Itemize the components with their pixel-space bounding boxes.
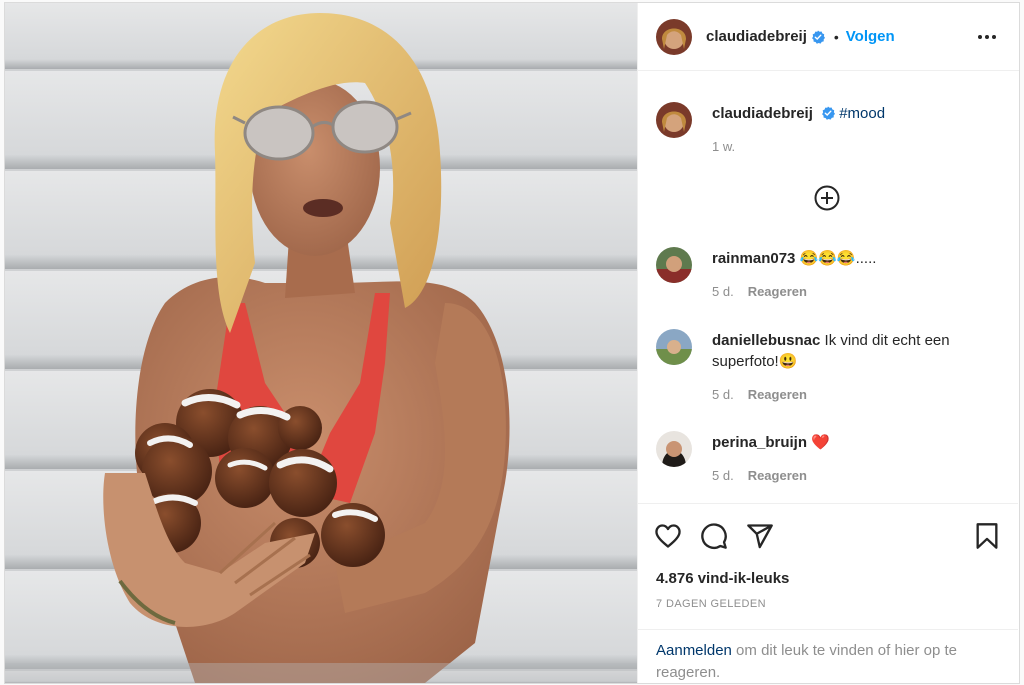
comment-username[interactable]: rainman073 [712, 250, 795, 267]
post-photo[interactable] [5, 3, 637, 683]
comment-item: rainman073 😂😂😂..... 5 d. Reageren [656, 247, 1006, 307]
post-actions: 4.876 vind-ik-leuks 7 DAGEN GELEDEN [638, 503, 1018, 633]
comment-text: rainman073 😂😂😂..... [712, 248, 1002, 269]
follow-button[interactable]: Volgen [846, 28, 895, 45]
post-image [5, 3, 637, 683]
comment-body: ❤️ [807, 434, 830, 451]
comment-time: 5 d. [712, 284, 734, 299]
instagram-post: claudiadebreij • Volgen claudiadebreij #… [4, 2, 1020, 684]
comment-username[interactable]: perina_bruijn [712, 434, 807, 451]
share-icon[interactable] [746, 522, 774, 550]
avatar[interactable] [656, 247, 692, 283]
verified-badge-icon [811, 30, 825, 44]
post-header: claudiadebreij • Volgen [638, 3, 1019, 71]
reply-button[interactable]: Reageren [748, 387, 807, 402]
header-username[interactable]: claudiadebreij [706, 28, 807, 45]
caption: claudiadebreij #mood 1 w. [656, 102, 1006, 162]
caption-text: claudiadebreij #mood [712, 103, 1002, 124]
comments-section: claudiadebreij #mood 1 w. rainman073 😂😂😂… [638, 72, 1018, 502]
comment-time: 5 d. [712, 387, 734, 402]
comment-time: 5 d. [712, 468, 734, 483]
avatar[interactable] [656, 431, 692, 467]
comment-text: daniellebusnac Ik vind dit echt een supe… [712, 330, 1002, 372]
likes-count[interactable]: 4.876 vind-ik-leuks [656, 570, 789, 587]
caption-username[interactable]: claudiadebreij [712, 105, 813, 122]
more-options-icon[interactable] [977, 27, 997, 47]
comment-meta: 5 d. Reageren [712, 468, 807, 483]
post-date: 7 DAGEN GELEDEN [656, 598, 766, 610]
heart-icon[interactable] [654, 522, 682, 550]
comment-item: daniellebusnac Ik vind dit echt een supe… [656, 329, 1006, 409]
comment-meta: 5 d. Reageren [712, 387, 807, 402]
comment-text: perina_bruijn ❤️ [712, 432, 1002, 453]
hashtag-link[interactable]: #mood [839, 105, 885, 122]
avatar[interactable] [656, 329, 692, 365]
verified-badge-icon [822, 106, 836, 120]
post-side-panel: claudiadebreij • Volgen claudiadebreij #… [637, 3, 1019, 683]
reply-button[interactable]: Reageren [748, 284, 807, 299]
bookmark-icon[interactable] [974, 522, 1000, 550]
comment-username[interactable]: daniellebusnac [712, 332, 820, 349]
header-separator: • [833, 28, 839, 45]
avatar[interactable] [656, 102, 692, 138]
avatar[interactable] [656, 18, 692, 55]
comment-body: 😂😂😂..... [795, 250, 877, 267]
comment-meta: 5 d. Reageren [712, 284, 807, 299]
reply-button[interactable]: Reageren [748, 468, 807, 483]
comment-item: perina_bruijn ❤️ 5 d. Reageren [656, 431, 1006, 491]
caption-time: 1 w. [712, 139, 736, 154]
comment-icon[interactable] [700, 522, 728, 550]
login-link[interactable]: Aanmelden [656, 642, 732, 659]
login-prompt: Aanmelden om dit leuk te vinden of hier … [638, 629, 1018, 685]
load-more-icon[interactable] [813, 184, 841, 212]
